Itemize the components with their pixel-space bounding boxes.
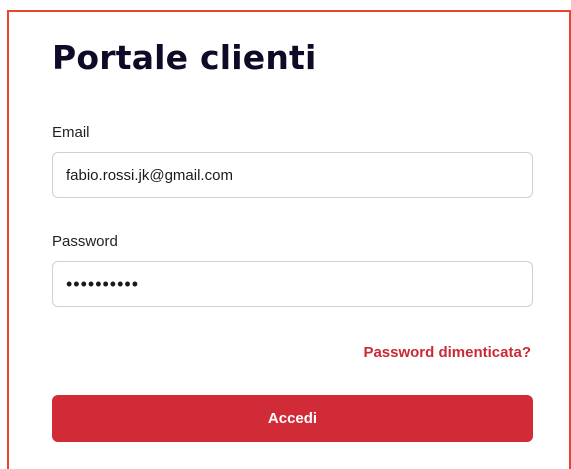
email-field[interactable]	[52, 152, 533, 198]
page-title: Portale clienti	[52, 38, 317, 77]
forgot-password-link[interactable]: Password dimenticata?	[363, 344, 531, 362]
password-field[interactable]	[52, 261, 533, 307]
login-button[interactable]: Accedi	[52, 395, 533, 442]
password-label: Password	[52, 233, 118, 250]
email-label: Email	[52, 124, 90, 141]
